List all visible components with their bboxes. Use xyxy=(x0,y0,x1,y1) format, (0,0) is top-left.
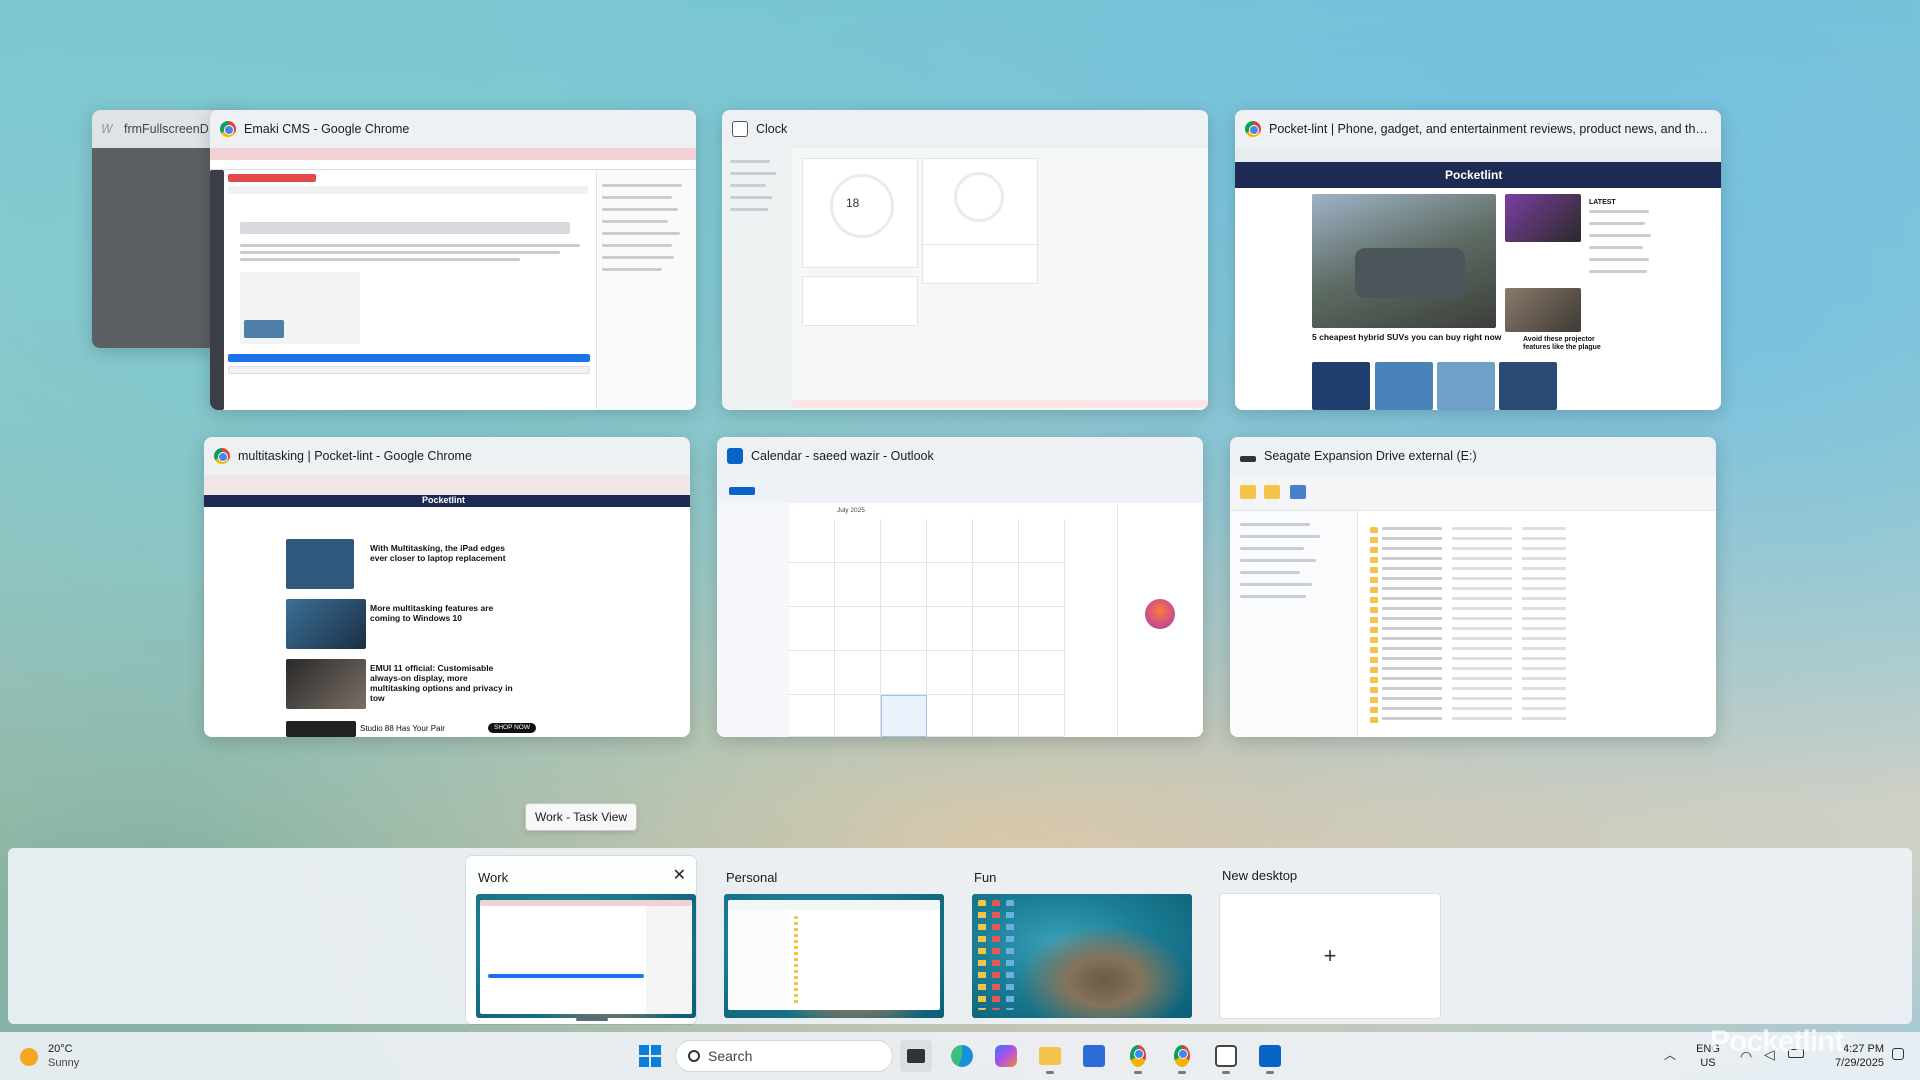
window-title: multitasking | Pocket-lint - Google Chro… xyxy=(238,449,472,463)
shop-now-button: SHOP NOW xyxy=(488,723,536,733)
drive-icon xyxy=(1240,455,1256,462)
window-preview: Pocketlint With Multitasking, the iPad e… xyxy=(204,475,690,737)
edge-icon[interactable] xyxy=(946,1040,978,1072)
outlook-icon[interactable] xyxy=(1254,1040,1286,1074)
clock-icon xyxy=(732,121,748,137)
window-preview: 18 xyxy=(722,148,1208,410)
desktop-thumbnail xyxy=(476,894,696,1018)
desktop-label: Personal xyxy=(726,870,778,885)
weather-temp: 20°C xyxy=(48,1043,73,1055)
search-input[interactable]: Search xyxy=(675,1040,893,1072)
chrome-icon[interactable] xyxy=(1166,1040,1198,1074)
window-preview: July 2025 xyxy=(717,475,1203,737)
article-headline: With Multitasking, the iPad edges ever c… xyxy=(370,543,506,563)
window-multitasking[interactable]: multitasking | Pocket-lint - Google Chro… xyxy=(204,437,690,737)
desktop-thumbnail xyxy=(972,894,1192,1018)
task-view-tooltip: Work - Task View xyxy=(525,803,638,831)
window-title: Emaki CMS - Google Chrome xyxy=(244,122,410,136)
focus-minutes: 18 xyxy=(846,196,860,210)
chrome-icon xyxy=(214,448,230,464)
virtual-desktops-bar: Work ✕ Personal Fun New desktop + xyxy=(8,848,1912,1024)
window-title: Calendar - saeed wazir - Outlook xyxy=(751,449,934,463)
search-icon xyxy=(688,1050,700,1062)
file-explorer-icon[interactable] xyxy=(1034,1040,1066,1074)
clock-icon[interactable] xyxy=(1210,1040,1242,1074)
notification-icon[interactable] xyxy=(1892,1048,1904,1060)
ad-text: Studio 88 Has Your Pair xyxy=(360,724,445,733)
desktop-fun[interactable]: Fun xyxy=(962,856,1192,1024)
store-icon[interactable] xyxy=(1078,1040,1110,1072)
window-title: Seagate Expansion Drive external (E:) xyxy=(1264,449,1477,463)
article-headline: EMUI 11 official: Customisable always-on… xyxy=(370,663,513,703)
desktop-work[interactable]: Work ✕ xyxy=(466,856,696,1024)
weather-widget[interactable]: 20°C Sunny xyxy=(18,1042,108,1072)
watermark: Pocketlint xyxy=(1710,1025,1844,1058)
app-icon: 𝑊 xyxy=(102,122,114,136)
window-file-explorer[interactable]: Seagate Expansion Drive external (E:) xyxy=(1230,437,1716,737)
window-title: Clock xyxy=(756,122,788,136)
outlook-icon xyxy=(727,448,743,464)
chrome-icon xyxy=(220,121,236,137)
close-icon[interactable]: ✕ xyxy=(673,868,686,884)
desktop-label: Fun xyxy=(974,870,997,885)
article-headline: More multitasking features are coming to… xyxy=(370,603,494,623)
hero-headline: 5 cheapest hybrid SUVs you can buy right… xyxy=(1312,332,1502,342)
task-view-icon[interactable] xyxy=(900,1040,932,1072)
window-clock[interactable]: Clock 18 xyxy=(722,110,1208,410)
desktop-label: New desktop xyxy=(1222,868,1298,883)
pocketlint-logo: Pocketlint xyxy=(422,495,466,505)
windows-start-icon[interactable] xyxy=(634,1040,666,1072)
side-headline: Avoid these projector features like the … xyxy=(1523,336,1601,351)
window-emaki-cms[interactable]: Emaki CMS - Google Chrome xyxy=(210,110,696,410)
taskbar: 20°C Sunny Search ︿ ENG US ◠ ◁ 4:27 PM 7… xyxy=(0,1032,1920,1080)
chrome-icon xyxy=(1245,121,1261,137)
desktop-thumbnail xyxy=(724,894,944,1018)
plus-icon: + xyxy=(1323,943,1337,968)
sun-icon xyxy=(20,1048,38,1066)
chrome-icon[interactable] xyxy=(1122,1040,1154,1074)
desktop-new[interactable]: New desktop + xyxy=(1210,856,1440,1024)
desktop-label: Work xyxy=(478,870,509,885)
active-desktop-indicator xyxy=(576,1018,608,1021)
new-desktop-thumbnail[interactable]: + xyxy=(1220,894,1440,1018)
latest-heading: LATEST xyxy=(1589,199,1616,206)
window-title: Pocket-lint | Phone, gadget, and enterta… xyxy=(1269,122,1711,136)
window-preview xyxy=(210,148,696,410)
window-preview: Pocketlint 5 cheapest hybrid SUVs you ca… xyxy=(1235,148,1721,410)
copilot-icon[interactable] xyxy=(990,1040,1022,1072)
weather-desc: Sunny xyxy=(48,1057,80,1069)
chevron-up-icon[interactable]: ︿ xyxy=(1664,1046,1676,1063)
window-title: frmFullscreenD xyxy=(124,122,209,136)
pocketlint-logo: Pocketlint xyxy=(1445,168,1503,182)
month-label: July 2025 xyxy=(837,507,865,514)
window-pocketlint[interactable]: Pocket-lint | Phone, gadget, and enterta… xyxy=(1235,110,1721,410)
window-preview xyxy=(1230,475,1716,737)
search-placeholder: Search xyxy=(708,1048,753,1064)
desktop-personal[interactable]: Personal xyxy=(714,856,944,1024)
window-outlook-calendar[interactable]: Calendar - saeed wazir - Outlook July 20… xyxy=(717,437,1203,737)
